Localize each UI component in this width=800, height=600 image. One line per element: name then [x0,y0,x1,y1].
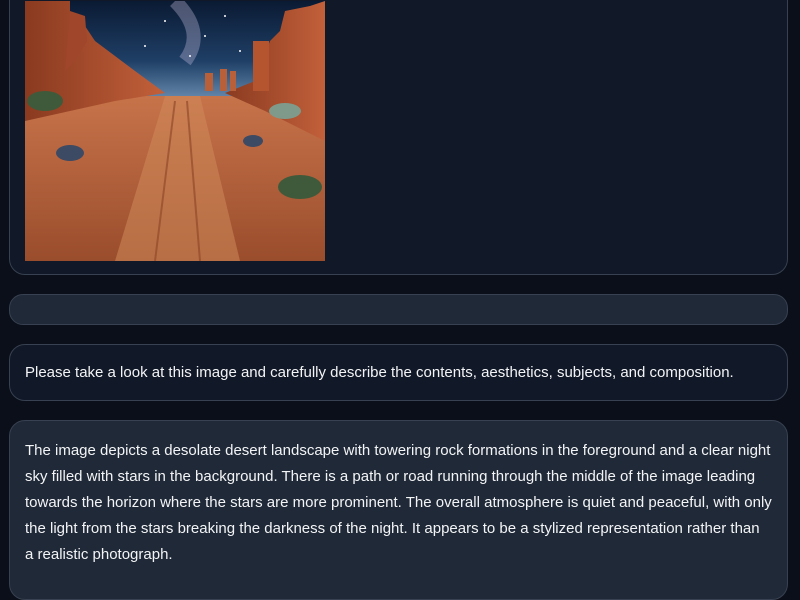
desert-night-image[interactable] [25,1,325,261]
assistant-message-bubble: The image depicts a desolate desert land… [9,420,788,600]
image-message-card [9,0,788,275]
user-message-bubble: Please take a look at this image and car… [9,344,788,401]
assistant-message-text: The image depicts a desolate desert land… [25,442,772,563]
desert-night-image-graphic [25,1,325,261]
user-message-text: Please take a look at this image and car… [25,364,734,381]
message-input-bar[interactable] [9,294,788,325]
